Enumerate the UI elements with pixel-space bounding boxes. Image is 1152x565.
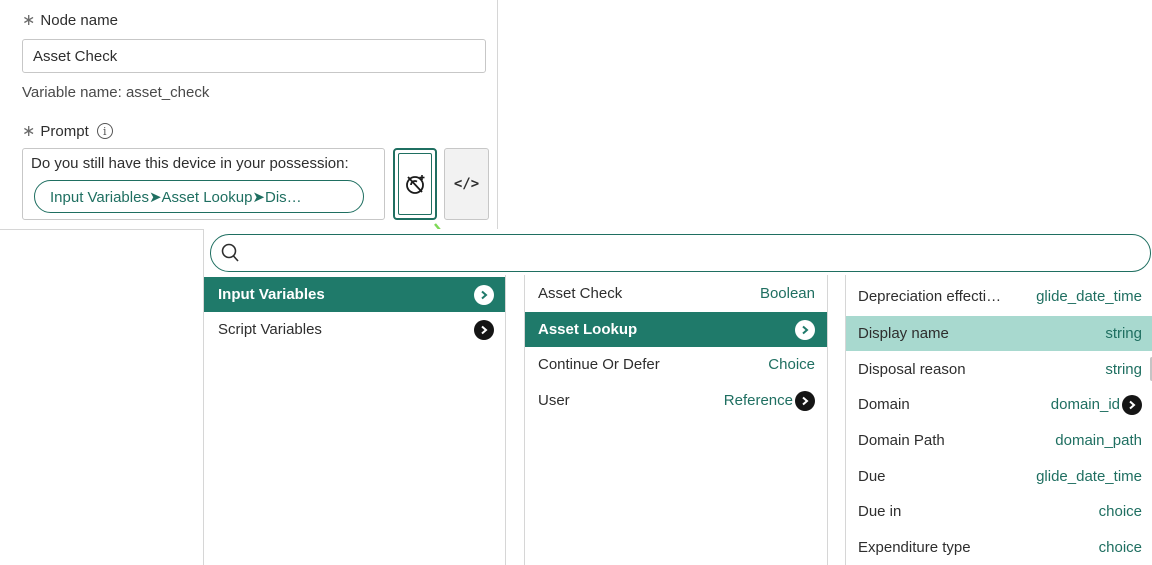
node-name-input[interactable]: Asset Check xyxy=(22,39,486,73)
data-pill-picker-button-frame xyxy=(398,153,432,215)
script-button[interactable]: </> xyxy=(444,148,489,220)
pill-picker-icon xyxy=(406,175,425,194)
picker-item-label: Display name xyxy=(858,325,949,342)
picker-item-type: glide_date_time xyxy=(1036,468,1142,485)
picker-item-label: Domain xyxy=(858,396,910,413)
variable-name-text: Variable name: asset_check xyxy=(22,84,210,101)
picker-item-type: choice xyxy=(1098,503,1142,520)
picker-item-asset-check[interactable]: Asset Check Boolean xyxy=(525,276,827,311)
info-icon[interactable]: i xyxy=(96,123,113,139)
chevron-right-icon xyxy=(474,319,494,340)
picker-column-input-variables: Asset Check Boolean Asset Lookup Continu… xyxy=(524,275,828,565)
data-pill[interactable]: Input Variables➤Asset Lookup➤Dis… xyxy=(34,180,364,213)
picker-item-user[interactable]: User Reference xyxy=(525,383,827,418)
picker-item-domain-path[interactable]: Domain Path domain_path xyxy=(846,423,1152,458)
picker-item-type: Reference xyxy=(723,392,793,409)
node-form-panel: ∗ Node name Asset Check Variable name: a… xyxy=(0,0,498,230)
picker-item-type: string xyxy=(1105,361,1142,378)
picker-item-label: Asset Check xyxy=(538,285,623,302)
picker-item-label: Continue Or Defer xyxy=(538,356,660,373)
search-icon xyxy=(221,243,239,262)
picker-item-label: Due in xyxy=(858,503,902,520)
picker-column-asset-lookup: Depreciation effecti… glide_date_time Di… xyxy=(845,275,1152,565)
chevron-right-icon xyxy=(795,390,815,411)
chevron-right-icon xyxy=(795,319,815,340)
picker-item-label: Asset Lookup xyxy=(538,321,638,338)
picker-column-categories: Input Variables Script Variables xyxy=(204,275,506,565)
picker-item-type: domain_path xyxy=(1055,432,1142,449)
node-name-label: ∗ Node name xyxy=(22,10,118,30)
picker-item-type: string xyxy=(1105,325,1142,342)
data-pill-picker-button[interactable] xyxy=(393,148,437,220)
picker-item-asset-lookup[interactable]: Asset Lookup xyxy=(525,312,827,347)
picker-item-label: Domain Path xyxy=(858,432,945,449)
prompt-text: Do you still have this device in your po… xyxy=(31,155,349,172)
prompt-label-text: Prompt xyxy=(40,122,89,140)
data-pill-label: Input Variables➤Asset Lookup➤Dis… xyxy=(50,188,302,206)
picker-item-depreciation-effective[interactable]: Depreciation effecti… glide_date_time xyxy=(846,279,1152,314)
picker-item-type: Boolean xyxy=(759,285,815,302)
node-name-value: Asset Check xyxy=(33,47,118,65)
picker-item-expenditure-type[interactable]: Expenditure type choice xyxy=(846,530,1152,565)
picker-item-label: Script Variables xyxy=(218,321,322,338)
prompt-input[interactable]: Do you still have this device in your po… xyxy=(22,148,385,220)
picker-item-type: glide_date_time xyxy=(1036,288,1142,305)
picker-item-type: choice xyxy=(1098,539,1142,556)
picker-item-script-variables[interactable]: Script Variables xyxy=(204,312,505,347)
picker-item-type: Choice xyxy=(768,356,815,373)
required-asterisk: ∗ xyxy=(22,123,36,140)
node-name-label-text: Node name xyxy=(40,11,118,29)
picker-item-due-in[interactable]: Due in choice xyxy=(846,494,1152,529)
picker-item-label: Input Variables xyxy=(218,286,325,303)
picker-item-input-variables[interactable]: Input Variables xyxy=(204,277,505,312)
chevron-right-icon xyxy=(1122,394,1142,415)
picker-item-label: User xyxy=(538,392,570,409)
prompt-label: ∗ Prompt i xyxy=(22,121,113,141)
chevron-right-icon xyxy=(474,284,494,305)
picker-item-display-name[interactable]: Display name string xyxy=(846,316,1152,351)
picker-item-label: Due xyxy=(858,468,886,485)
picker-item-label: Depreciation effecti… xyxy=(858,288,1002,305)
picker-item-label: Disposal reason xyxy=(858,361,966,378)
picker-item-disposal-reason[interactable]: Disposal reason string xyxy=(846,352,1152,387)
code-icon: </> xyxy=(453,176,480,192)
picker-search-input[interactable] xyxy=(210,234,1151,272)
picker-item-type: domain_id xyxy=(1050,396,1120,413)
picker-item-continue-or-defer[interactable]: Continue Or Defer Choice xyxy=(525,347,827,382)
picker-item-domain[interactable]: Domain domain_id xyxy=(846,387,1152,422)
picker-item-due[interactable]: Due glide_date_time xyxy=(846,459,1152,494)
data-pill-picker: Input Variables Script Variables Asset C… xyxy=(203,229,1152,565)
required-asterisk: ∗ xyxy=(22,12,36,29)
picker-item-label: Expenditure type xyxy=(858,539,971,556)
